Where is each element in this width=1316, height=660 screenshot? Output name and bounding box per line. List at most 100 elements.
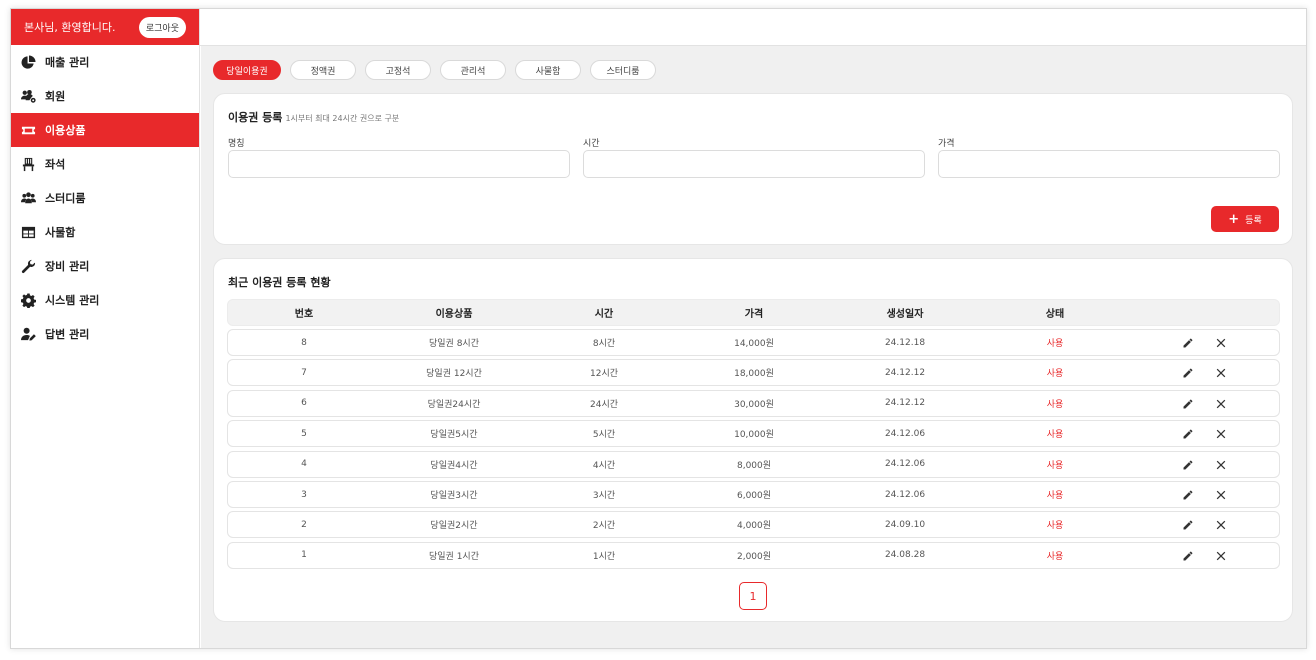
row-status: 사용 [1046, 551, 1064, 562]
delete-x-icon[interactable] [1213, 548, 1229, 564]
table-row: 1 당일권 1시간 1시간 2,000원 24.08.28 사용 [227, 541, 1280, 569]
edit-pencil-icon[interactable] [1180, 457, 1196, 473]
user-pen-icon [20, 326, 36, 342]
row-created: 24.09.10 [884, 519, 926, 530]
sidebar-item-label: 답변 관리 [45, 328, 90, 341]
row-created: 24.12.06 [884, 428, 926, 439]
time-field[interactable] [583, 150, 925, 178]
row-price: 6,000원 [736, 491, 772, 501]
table-row: 3 당일권3시간 3시간 6,000원 24.12.06 사용 [227, 481, 1280, 508]
sidebar-item-equipment[interactable]: 장비 관리 [11, 249, 199, 283]
delete-x-icon[interactable] [1213, 487, 1229, 503]
registration-card: 이용권 등록 1시부터 최대 24시간 권으로 구분 명칭 시간 가격 + 등록 [213, 93, 1293, 245]
sidebar-item-label: 좌석 [45, 158, 66, 171]
col-price: 가격 [744, 309, 764, 320]
delete-x-icon[interactable] [1213, 335, 1229, 351]
app-window: 본사님, 환영합니다. 로그아웃 매출 관리 회원 이용상품 좌석 스터디룸 사… [10, 8, 1307, 649]
row-product: 당일권 8시간 [429, 339, 479, 349]
col-status: 상태 [1045, 309, 1065, 320]
edit-pencil-icon[interactable] [1180, 365, 1196, 381]
welcome-text: 본사님, 환영합니다. [24, 21, 116, 34]
edit-pencil-icon[interactable] [1180, 426, 1196, 442]
register-button-label: 등록 [1245, 215, 1262, 226]
row-product: 당일권3시간 [430, 491, 478, 501]
tab-locker[interactable]: 사물함 [515, 60, 581, 80]
edit-pencil-icon[interactable] [1180, 548, 1196, 564]
list-title: 최근 이용권 등록 현황 [228, 276, 331, 289]
tab-managed-seat[interactable]: 관리석 [440, 60, 506, 80]
sidebar-item-seats[interactable]: 좌석 [11, 147, 199, 181]
sidebar-item-answers[interactable]: 답변 관리 [11, 317, 199, 351]
plus-icon: + [1228, 211, 1240, 227]
col-number: 번호 [294, 309, 314, 320]
row-number: 5 [301, 428, 307, 439]
row-time: 2시간 [592, 521, 616, 532]
edit-pencil-icon[interactable] [1180, 517, 1196, 533]
col-time: 시간 [594, 309, 614, 320]
row-time: 8시간 [592, 339, 616, 349]
delete-x-icon[interactable] [1213, 517, 1229, 533]
sidebar: 본사님, 환영합니다. 로그아웃 매출 관리 회원 이용상품 좌석 스터디룸 사… [11, 9, 200, 648]
tab-fixed-seat[interactable]: 고정석 [365, 60, 431, 80]
row-number: 4 [301, 459, 307, 470]
sidebar-item-locker[interactable]: 사물함 [11, 215, 199, 249]
row-time: 3시간 [592, 491, 616, 501]
logout-button[interactable]: 로그아웃 [138, 16, 186, 38]
col-product: 이용상품 [435, 309, 473, 320]
sidebar-item-products[interactable]: 이용상품 [11, 113, 199, 147]
tab-fixed-amount[interactable]: 정액권 [290, 60, 356, 80]
delete-x-icon[interactable] [1213, 457, 1229, 473]
row-price: 8,000원 [736, 460, 772, 471]
edit-pencil-icon[interactable] [1180, 487, 1196, 503]
row-number: 2 [301, 519, 307, 530]
name-field[interactable] [228, 150, 570, 178]
tab-daily-pass[interactable]: 당일이용권 [213, 60, 281, 80]
row-status: 사용 [1046, 399, 1064, 410]
price-field[interactable] [938, 150, 1280, 178]
row-status: 사용 [1046, 369, 1064, 380]
sidebar-item-sales[interactable]: 매출 관리 [11, 45, 199, 79]
row-product: 당일권4시간 [430, 460, 478, 471]
sidebar-item-system[interactable]: 시스템 관리 [11, 283, 199, 317]
sidebar-item-members[interactable]: 회원 [11, 79, 199, 113]
row-price: 2,000원 [736, 551, 772, 562]
row-created: 24.12.12 [884, 398, 926, 409]
row-created: 24.12.06 [884, 489, 926, 500]
page-1-button[interactable]: 1 [739, 582, 767, 610]
row-created: 24.12.18 [884, 337, 926, 348]
sidebar-item-label: 매출 관리 [45, 56, 90, 69]
edit-pencil-icon[interactable] [1180, 396, 1196, 412]
delete-x-icon[interactable] [1213, 426, 1229, 442]
row-status: 사용 [1046, 339, 1064, 349]
sidebar-item-studyroom[interactable]: 스터디룸 [11, 181, 199, 215]
users-gear-icon [20, 88, 36, 104]
registration-title: 이용권 등록 1시부터 최대 24시간 권으로 구분 [228, 109, 399, 125]
sidebar-item-label: 사물함 [45, 226, 76, 239]
sidebar-item-label: 장비 관리 [45, 260, 90, 273]
row-status: 사용 [1046, 430, 1064, 441]
row-time: 1시간 [592, 551, 616, 562]
sidebar-header: 본사님, 환영합니다. 로그아웃 [11, 9, 199, 45]
delete-x-icon[interactable] [1213, 396, 1229, 412]
row-time: 5시간 [592, 430, 616, 441]
tab-studyroom[interactable]: 스터디룸 [590, 60, 656, 80]
delete-x-icon[interactable] [1213, 365, 1229, 381]
row-created: 24.08.28 [884, 550, 926, 561]
wrench-icon [20, 258, 36, 274]
row-price: 4,000원 [736, 521, 772, 532]
row-product: 당일권2시간 [430, 521, 478, 532]
row-number: 8 [301, 337, 307, 348]
registration-subtitle: 1시부터 최대 24시간 권으로 구분 [285, 114, 400, 123]
sidebar-item-label: 이용상품 [45, 124, 86, 137]
table-row: 5 당일권5시간 5시간 10,000원 24.12.06 사용 [227, 420, 1280, 448]
row-number: 6 [301, 398, 307, 409]
col-created: 생성일자 [886, 309, 924, 320]
row-product: 당일권5시간 [430, 430, 478, 441]
name-label: 명칭 [228, 139, 245, 149]
product-tabs: 당일이용권 정액권 고정석 관리석 사물함 스터디룸 [213, 60, 665, 80]
row-created: 24.12.06 [884, 459, 926, 470]
edit-pencil-icon[interactable] [1180, 335, 1196, 351]
register-button[interactable]: + 등록 [1211, 206, 1279, 232]
group-icon [20, 190, 36, 206]
price-label: 가격 [938, 139, 955, 149]
